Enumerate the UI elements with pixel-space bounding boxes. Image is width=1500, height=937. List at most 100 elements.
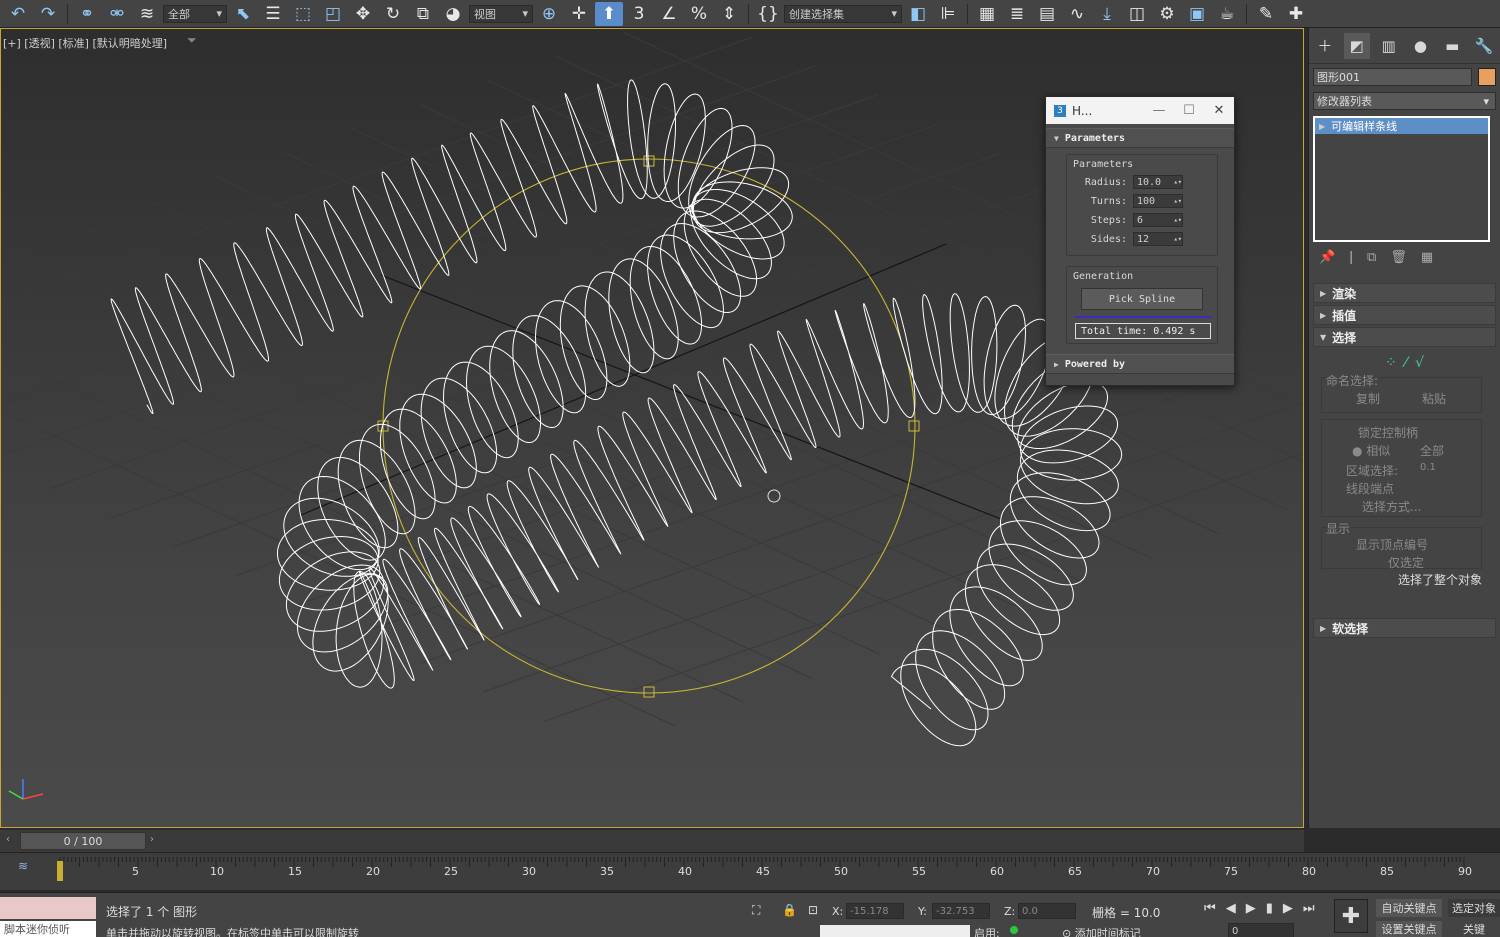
align-icon[interactable]: ⊫ [934, 2, 962, 26]
select-by-button[interactable]: 选择方式... [1362, 498, 1421, 515]
isolate-icon[interactable]: ⛶ [752, 903, 760, 918]
hierarchy-tab-icon[interactable]: ▥ [1376, 33, 1402, 59]
next-frame-icon[interactable]: › [150, 834, 154, 845]
lock-handles-checkbox[interactable]: 锁定控制柄 [1358, 424, 1418, 441]
param-spinner[interactable]: 6 ▴▾ [1133, 213, 1183, 227]
extra-icon[interactable]: ✚ [1282, 2, 1310, 26]
pivot-center-icon[interactable]: ⊕ [535, 2, 563, 26]
pin-stack-icon[interactable]: 📌 [1319, 250, 1335, 265]
viewport-label[interactable]: [+] [透视] [标准] [默认明暗处理] [3, 35, 167, 51]
rollout-selection[interactable]: ▼ 选择 [1313, 327, 1496, 347]
z-coordinate-field[interactable]: 0.0 [1018, 903, 1076, 919]
spinner-snap-icon[interactable]: ⇕ [715, 2, 743, 26]
dialog-titlebar[interactable]: 3 H... — ☐ ✕ [1046, 97, 1234, 124]
area-selection-checkbox[interactable]: 区域选择: [1346, 462, 1398, 479]
motion-tab-icon[interactable]: ● [1407, 33, 1433, 59]
scale-icon[interactable]: ⧉ [409, 2, 437, 26]
selection-filter-dropdown[interactable]: 全部 ▾ [163, 4, 227, 23]
rotate-icon[interactable]: ↻ [379, 2, 407, 26]
viewport-nav-strip[interactable] [820, 925, 970, 937]
rollout-rendering[interactable]: ▶ 渲染 [1313, 283, 1496, 303]
move-icon[interactable]: ✥ [349, 2, 377, 26]
vertex-level-icon[interactable]: ⁘ [1385, 355, 1397, 371]
abs-mode-icon[interactable]: ⊡ [808, 903, 818, 917]
all-radio[interactable]: 全部 [1420, 442, 1444, 459]
modify-tab-icon[interactable]: ◩ [1343, 32, 1370, 59]
show-vertex-numbers-checkbox[interactable]: 显示顶点编号 [1356, 536, 1428, 553]
make-unique-icon[interactable]: ⧉ [1367, 250, 1376, 265]
window-crossing-icon[interactable]: ◰ [319, 2, 347, 26]
scene-explorer-icon[interactable]: ▦ [973, 2, 1001, 26]
curve-editor-icon[interactable]: ∿ [1063, 2, 1091, 26]
snap-toggle-icon[interactable]: 3 [625, 2, 653, 26]
enable-indicator[interactable] [1010, 926, 1018, 934]
edit-named-sel-icon[interactable]: {} [754, 2, 782, 26]
copy-button[interactable]: 复制 [1356, 390, 1380, 407]
configure-sets-icon[interactable]: ▦ [1421, 250, 1433, 265]
lock-icon[interactable]: 🔒 [782, 903, 797, 917]
prev-frame-icon[interactable]: ‹ [6, 834, 10, 845]
set-key-button[interactable]: 设置关键点 [1376, 921, 1442, 937]
x-coordinate-field[interactable]: -15.178 [846, 903, 904, 919]
close-icon[interactable]: ✕ [1204, 103, 1234, 118]
y-coordinate-field[interactable]: -32.753 [932, 903, 990, 919]
maxscript-mini-listener[interactable]: 脚本迷你侦听 [0, 921, 96, 937]
modifier-list-dropdown[interactable]: 修改器列表 ▾ [1313, 92, 1496, 110]
rendered-frame-icon[interactable]: ▣ [1183, 2, 1211, 26]
show-end-result-icon[interactable]: ǀ [1349, 250, 1353, 265]
maxscript-listener-input[interactable] [0, 897, 96, 919]
render-production-icon[interactable]: ☕ [1213, 2, 1241, 26]
schematic-view-icon[interactable]: ⤓ [1093, 2, 1121, 26]
area-selection-spinner[interactable]: 0.1 [1420, 462, 1436, 473]
minimize-icon[interactable]: — [1144, 103, 1174, 118]
rollout-powered-by[interactable]: ▶ Powered by [1046, 354, 1234, 374]
spline-level-icon[interactable]: √ [1415, 355, 1424, 371]
unlink-icon[interactable]: ⚮ [103, 2, 131, 26]
selected-only-checkbox[interactable]: 仅选定 [1388, 554, 1424, 571]
stack-item-editable-spline[interactable]: ▶ 可编辑样条线 [1315, 118, 1488, 134]
utilities-tab-icon[interactable]: 🔧 [1471, 33, 1497, 59]
set-key-icon[interactable]: ✚ [1334, 899, 1368, 933]
undo-icon[interactable]: ↶ [4, 2, 32, 26]
key-filters-button[interactable]: 关键 [1448, 921, 1500, 937]
place-icon[interactable]: ◕ [439, 2, 467, 26]
render-setup-icon[interactable]: ⚙ [1153, 2, 1181, 26]
mirror-icon[interactable]: ◧ [904, 2, 932, 26]
create-tab-icon[interactable]: ＋ [1312, 33, 1338, 59]
track-bar[interactable]: ≋ 5 10 15 20 25 30 35 40 45 50 55 60 65 70 75 80 85 90 [0, 852, 1500, 890]
remove-modifier-icon[interactable]: 🗑 [1390, 250, 1407, 265]
add-time-tag[interactable]: ⊙ 添加时间标记 [1062, 925, 1141, 937]
named-selection-dropdown[interactable]: 创建选择集 ▾ [784, 4, 902, 23]
object-color-swatch[interactable] [1478, 68, 1496, 86]
time-slider[interactable]: 0 / 100 [20, 832, 146, 850]
object-name-field[interactable]: 图形001 [1313, 68, 1472, 86]
param-spinner[interactable]: 100 ▴▾ [1133, 194, 1183, 208]
link-icon[interactable]: ⚭ [73, 2, 101, 26]
current-frame-field[interactable]: 0 [1228, 923, 1294, 937]
param-spinner[interactable]: 10.0 ▴▾ [1133, 175, 1183, 189]
rollout-interpolation[interactable]: ▶ 插值 [1313, 305, 1496, 325]
layer-explorer-icon[interactable]: ≣ [1003, 2, 1031, 26]
paste-button[interactable]: 粘贴 [1422, 390, 1446, 407]
redo-icon[interactable]: ↷ [34, 2, 62, 26]
maximize-icon[interactable]: ☐ [1174, 103, 1204, 118]
display-tab-icon[interactable]: ▬ [1439, 33, 1465, 59]
paint-icon[interactable]: ✎ [1252, 2, 1280, 26]
auto-key-button[interactable]: 自动关键点 [1376, 899, 1442, 917]
ref-coord-dropdown[interactable]: 视图 ▾ [469, 4, 533, 23]
segment-level-icon[interactable]: ⁄ [1405, 355, 1407, 371]
segment-end-checkbox[interactable]: 线段端点 [1346, 480, 1394, 497]
percent-snap-icon[interactable]: % [685, 2, 713, 26]
bind-space-warp-icon[interactable]: ≋ [133, 2, 161, 26]
rect-selection-icon[interactable]: ⬚ [289, 2, 317, 26]
param-spinner[interactable]: 12 ▴▾ [1133, 232, 1183, 246]
angle-snap-icon[interactable]: ∠ [655, 2, 683, 26]
select-by-name-icon[interactable]: ☰ [259, 2, 287, 26]
selected-objects-dropdown[interactable]: 选定对象 [1448, 899, 1500, 917]
keyboard-shortcut-override-icon[interactable]: ⬆ [595, 1, 623, 26]
rollout-soft-selection[interactable]: ▶ 软选择 [1313, 618, 1496, 638]
select-manipulate-icon[interactable]: ✛ [565, 2, 593, 26]
pick-spline-button[interactable]: Pick Spline [1081, 288, 1203, 310]
rollout-parameters[interactable]: ▼ Parameters [1046, 128, 1234, 148]
material-editor-icon[interactable]: ◫ [1123, 2, 1151, 26]
